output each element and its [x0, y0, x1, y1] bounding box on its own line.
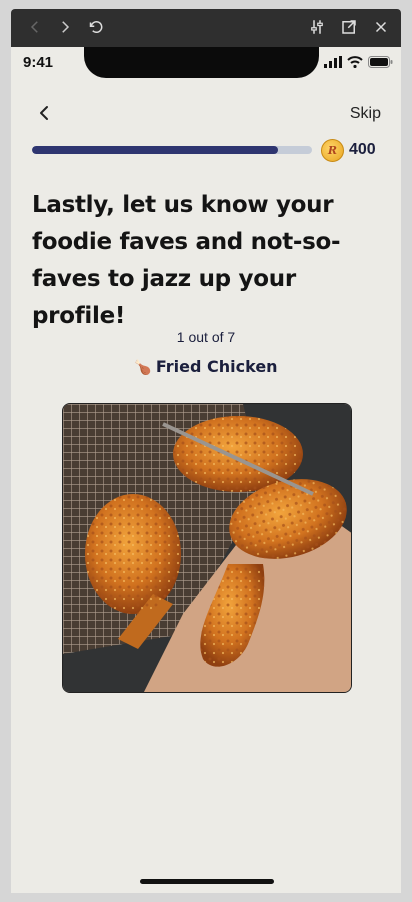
question-counter: 1 out of 7 — [176, 329, 236, 345]
reload-icon[interactable] — [85, 18, 105, 38]
fried-chicken-image — [63, 404, 351, 692]
app-screen: 9:41 Skip R 400 Lastly, let us know your… — [11, 47, 401, 893]
status-time: 9:41 — [23, 54, 54, 71]
food-photo[interactable] — [62, 403, 352, 693]
chevron-left-icon — [40, 106, 48, 120]
coin-letter: R — [327, 144, 338, 157]
drumstick-icon: 🍗 — [134, 360, 152, 376]
coin-icon: R — [321, 139, 344, 162]
device-notch — [84, 47, 319, 78]
skip-button[interactable]: Skip — [350, 105, 381, 123]
forward-arrow-icon[interactable] — [55, 18, 75, 38]
back-arrow-icon[interactable] — [25, 18, 45, 38]
back-button[interactable] — [33, 101, 57, 125]
viewport: 9:41 Skip R 400 Lastly, let us know your… — [0, 0, 412, 902]
signal-icon — [324, 56, 342, 68]
food-title: 🍗 Fried Chicken — [11, 357, 401, 376]
status-icons — [324, 56, 393, 68]
page-title: Lastly, let us know your foodie faves an… — [32, 192, 341, 329]
food-name-label: Fried Chicken — [155, 357, 278, 376]
home-indicator — [140, 879, 274, 884]
browser-toolbar — [11, 9, 401, 47]
wifi-icon — [347, 56, 363, 68]
progress-bar — [32, 146, 312, 154]
close-icon[interactable] — [371, 18, 391, 38]
open-external-icon[interactable] — [339, 18, 359, 38]
battery-icon — [368, 56, 393, 68]
sliders-icon[interactable] — [307, 18, 327, 38]
progress-fill — [32, 146, 279, 154]
points-balance: 400 — [349, 141, 376, 158]
status-bar: 9:41 — [11, 47, 401, 79]
